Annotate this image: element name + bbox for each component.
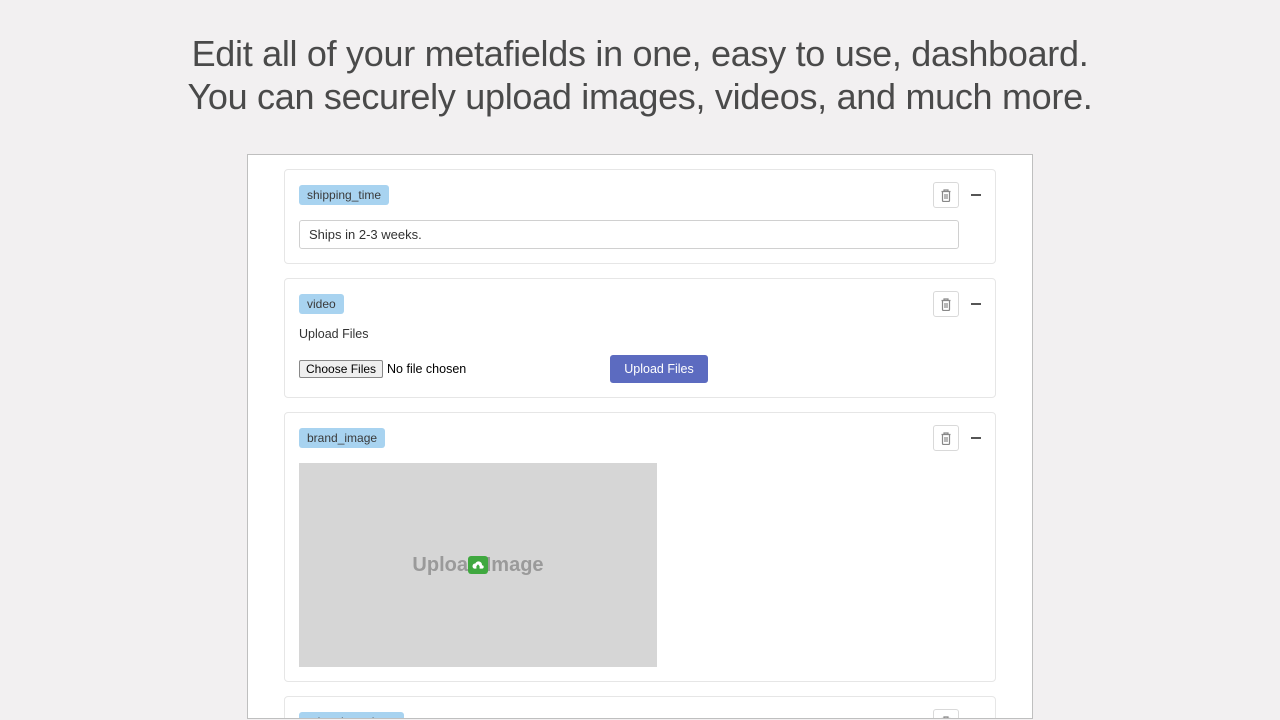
choose-files-button[interactable]: Choose Files (299, 360, 383, 378)
metafield-tag: video (299, 294, 344, 314)
metafield-card-shipping-time: shipping_time (284, 169, 996, 264)
trash-icon (940, 189, 952, 202)
metafield-card-video: video Upload Files Choose Files No file … (284, 278, 996, 398)
headline-line-1: Edit all of your metafields in one, easy… (0, 32, 1280, 75)
collapse-icon[interactable] (971, 194, 981, 196)
headline-line-2: You can securely upload images, videos, … (0, 75, 1280, 118)
upload-files-label: Upload Files (299, 327, 981, 341)
metafield-tag: shipping_time (299, 185, 389, 205)
collapse-icon[interactable] (971, 303, 981, 305)
trash-icon (940, 432, 952, 445)
trash-icon (940, 298, 952, 311)
metafield-tag: related_products (299, 712, 404, 719)
delete-button[interactable] (933, 182, 959, 208)
page-headline: Edit all of your metafields in one, easy… (0, 0, 1280, 118)
file-picker[interactable]: Choose Files No file chosen (299, 360, 466, 378)
dashboard-panel: shipping_time video (247, 154, 1033, 719)
trash-icon (940, 716, 952, 720)
metafield-card-related-products: related_products Remove (284, 696, 996, 719)
delete-button[interactable] (933, 425, 959, 451)
metafield-card-brand-image: brand_image Upload Image (284, 412, 996, 682)
shipping-time-input[interactable] (299, 220, 959, 249)
delete-button[interactable] (933, 709, 959, 719)
metafield-tag: brand_image (299, 428, 385, 448)
collapse-icon[interactable] (971, 437, 981, 439)
upload-files-button[interactable]: Upload Files (610, 355, 707, 383)
delete-button[interactable] (933, 291, 959, 317)
no-file-chosen-label: No file chosen (387, 362, 466, 376)
image-upload-dropzone[interactable]: Upload Image (299, 463, 657, 667)
cloud-upload-icon (468, 556, 488, 574)
